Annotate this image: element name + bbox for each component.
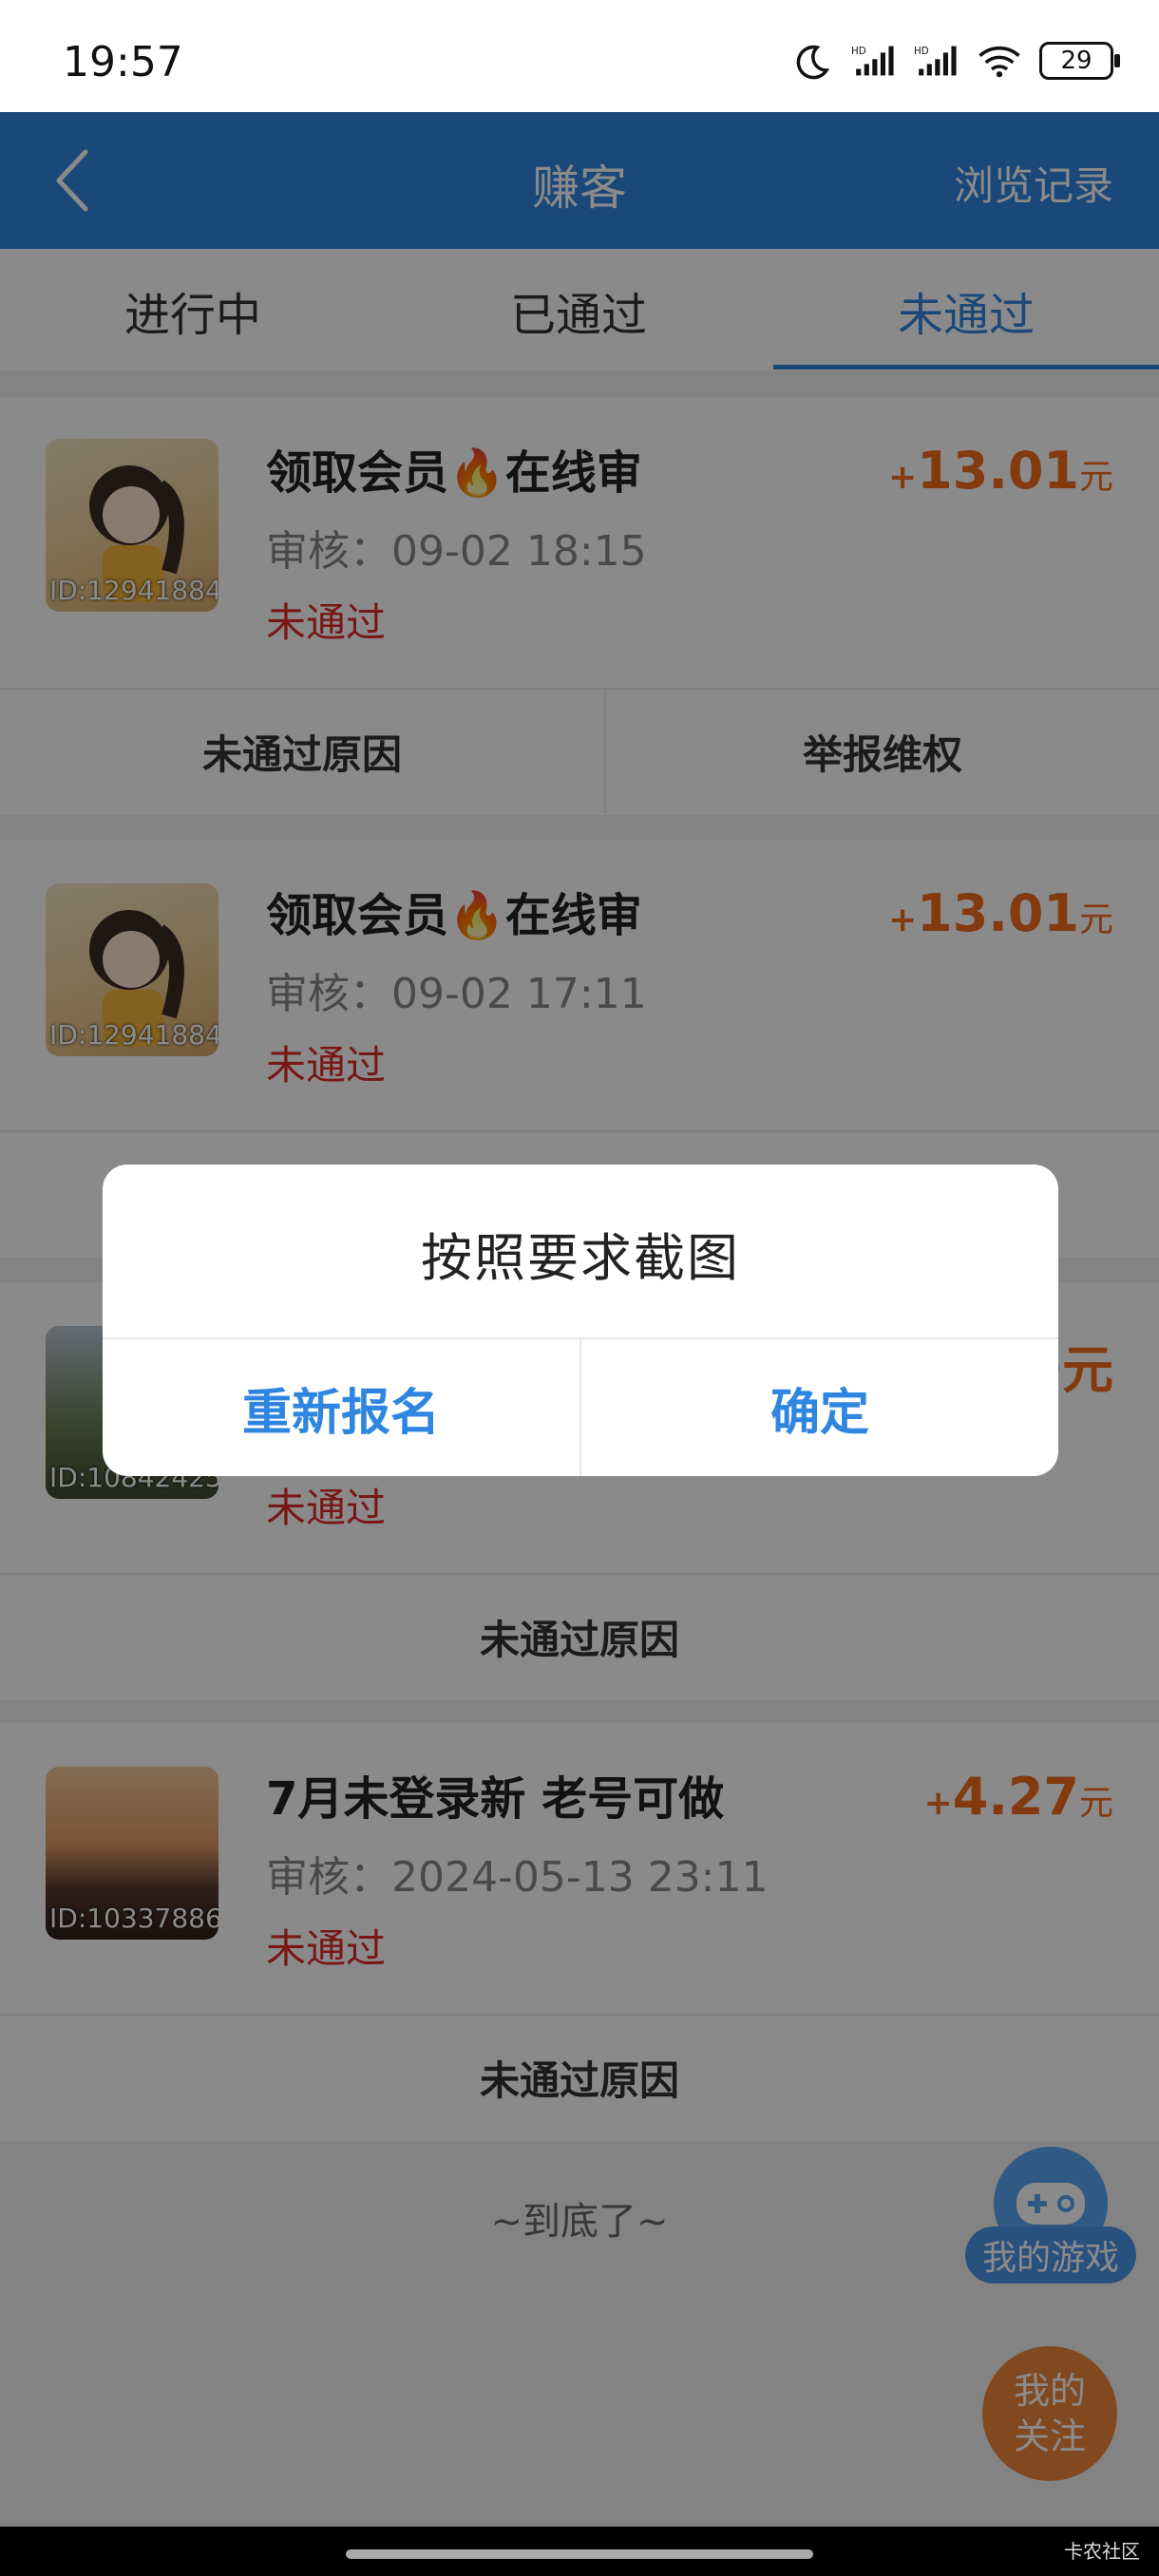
confirm-button[interactable]: 确定 xyxy=(581,1339,1058,1476)
moon-icon xyxy=(788,42,834,80)
svg-text:HD: HD xyxy=(914,46,929,57)
status-bar: 19:57 HD HD 29 xyxy=(0,0,1159,112)
status-time: 19:57 xyxy=(63,38,183,86)
svg-text:HD: HD xyxy=(851,46,866,57)
system-nav-bar: 卡农社区 xyxy=(0,2527,1159,2576)
re-register-button[interactable]: 重新报名 xyxy=(103,1339,580,1476)
watermark: 卡农社区 xyxy=(1064,2540,1140,2563)
signal-hd-icon: HD xyxy=(914,42,960,80)
battery-icon: 29 xyxy=(1039,42,1120,80)
dialog-message: 按照要求截图 xyxy=(421,1228,740,1288)
status-icons: HD HD 29 xyxy=(788,42,1120,80)
home-indicator[interactable] xyxy=(346,2549,813,2559)
confirm-dialog: 按照要求截图 重新报名 确定 xyxy=(103,1165,1058,1476)
wifi-icon xyxy=(977,42,1022,80)
signal-hd-icon: HD xyxy=(851,42,897,80)
